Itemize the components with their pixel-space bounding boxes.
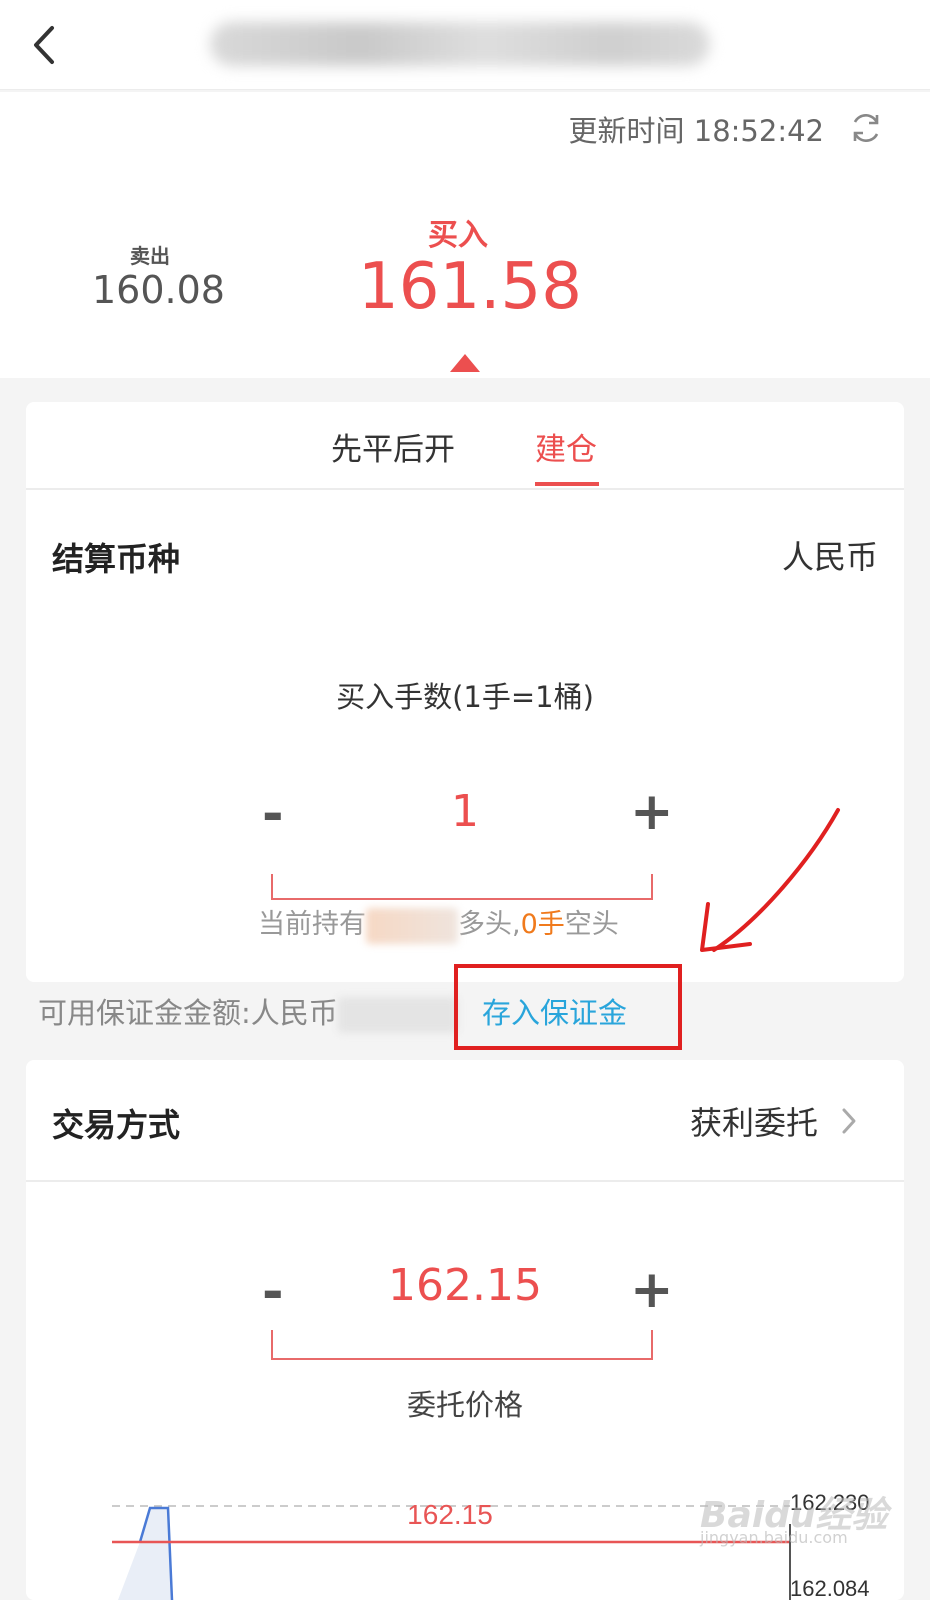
holding-short-suffix: 空头 <box>564 909 619 940</box>
sell-price[interactable]: 160.08 <box>92 268 225 312</box>
chart-bottom-tick: 162.084 <box>790 1576 870 1600</box>
tab-close-then-open[interactable]: 先平后开 <box>331 424 455 469</box>
highlight-box <box>454 964 682 1050</box>
quantity-label: 买入手数(1手=1桶) <box>336 680 594 714</box>
update-time-value: 18:52:42 <box>693 114 824 148</box>
watermark-url: jingyan.baidu.com <box>700 1528 848 1547</box>
active-tab-underline <box>535 482 599 486</box>
update-time: 更新时间 18:52:42 <box>569 108 824 150</box>
update-time-label: 更新时间 <box>568 114 685 148</box>
refresh-icon[interactable] <box>848 110 884 146</box>
available-margin-blurred <box>337 997 458 1033</box>
chevron-left-icon[interactable] <box>26 20 66 70</box>
order-tabs: 先平后开 建仓 <box>26 402 904 490</box>
price-underline <box>271 1330 653 1360</box>
trade-method-label: 交易方式 <box>52 1106 181 1144</box>
chevron-right-icon[interactable] <box>840 1106 858 1136</box>
available-margin: 可用保证金金额:人民币 <box>38 990 458 1033</box>
annotation-arrow-icon <box>700 808 840 952</box>
trade-method-row[interactable]: 交易方式 获利委托 <box>26 1060 904 1182</box>
top-bar <box>0 0 930 90</box>
chart-price-line-label: 162.15 <box>407 1499 493 1530</box>
tab-open-position[interactable]: 建仓 <box>535 424 597 469</box>
holding-short-value: 0手 <box>520 909 565 940</box>
holding-long-blurred <box>366 907 458 944</box>
sell-label: 卖出 <box>130 244 170 268</box>
holding-long-suffix: 多头, <box>458 909 521 940</box>
quantity-underline <box>271 874 653 900</box>
available-margin-label: 可用保证金金额:人民币 <box>38 996 338 1030</box>
page-title-blurred <box>210 22 710 66</box>
trade-method-value[interactable]: 获利委托 <box>690 1098 818 1144</box>
quote-panel: 更新时间 18:52:42 卖出 160.08 买入 161.58 <box>0 92 930 378</box>
buy-label: 买入 <box>428 218 488 253</box>
order-price-label: 委托价格 <box>406 1388 523 1422</box>
selected-indicator-caret <box>450 354 480 372</box>
price-plus-button[interactable]: + <box>630 1264 674 1316</box>
holding-prefix: 当前持有 <box>258 909 366 940</box>
settlement-currency-value[interactable]: 人民币 <box>782 532 878 578</box>
quantity-plus-button[interactable]: + <box>630 786 674 838</box>
buy-price[interactable]: 161.58 <box>358 250 582 324</box>
order-price-input[interactable]: 162.15 <box>26 1260 904 1311</box>
current-holdings: 当前持有 多头,0手空头 <box>258 902 619 944</box>
settlement-currency-label: 结算币种 <box>52 540 181 578</box>
